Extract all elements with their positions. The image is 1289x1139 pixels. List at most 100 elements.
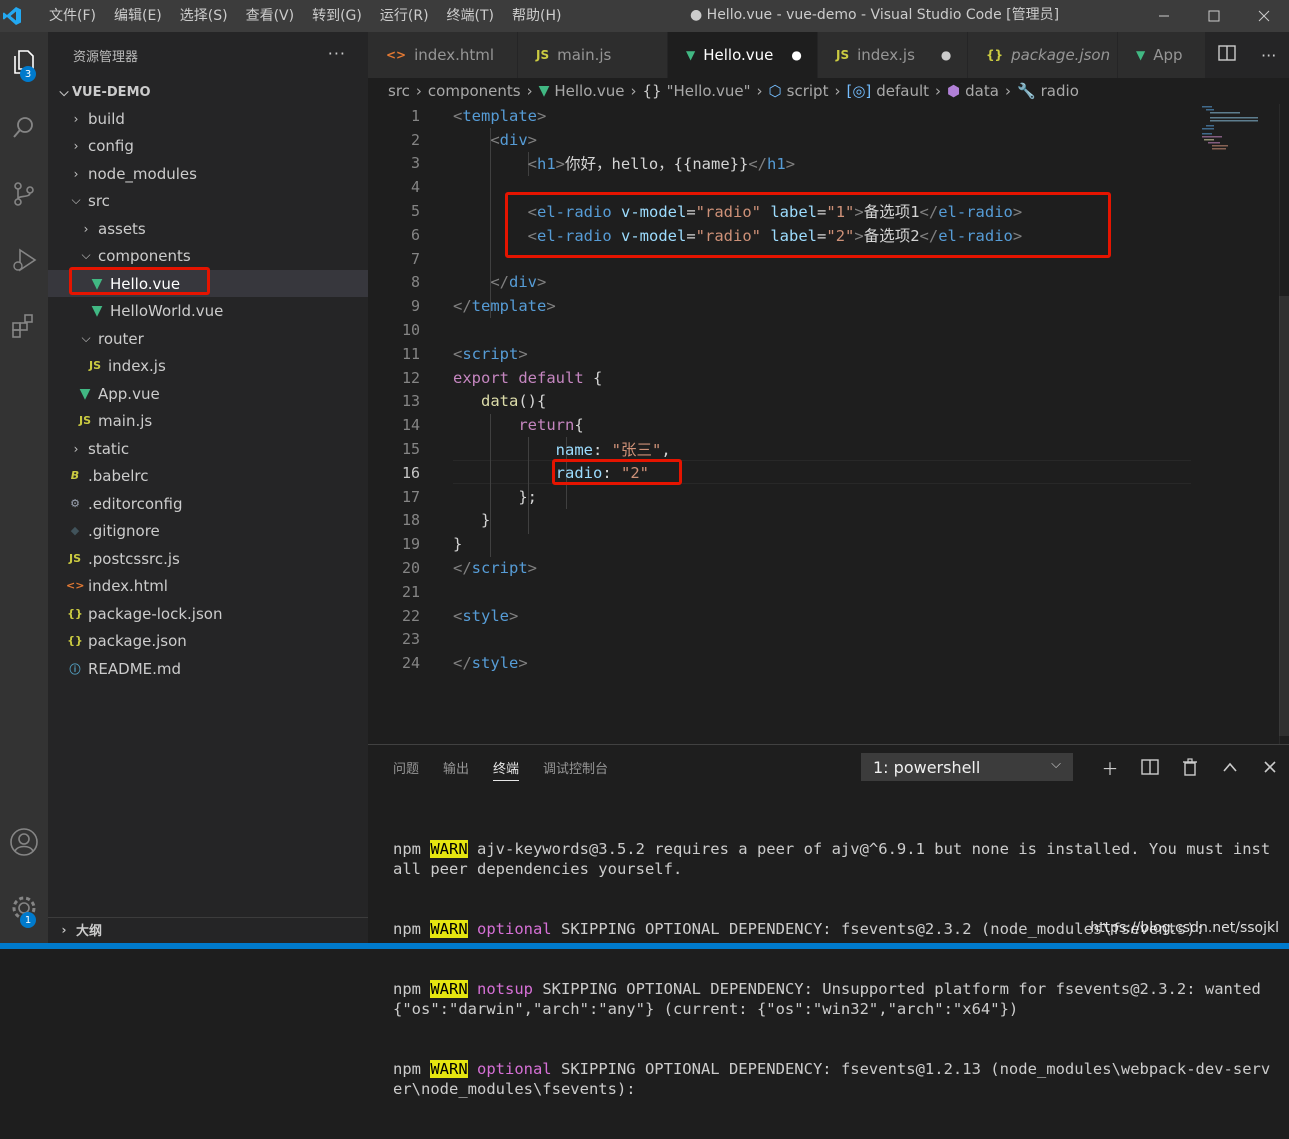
module-icon: ⬡: [768, 82, 782, 100]
extensions-icon[interactable]: [0, 302, 48, 350]
menu-bar: 文件(F) 编辑(E) 选择(S) 查看(V) 转到(G) 运行(R) 终端(T…: [40, 0, 570, 32]
tree-file-helloworld-vue[interactable]: ▼ HelloWorld.vue: [48, 297, 368, 324]
run-debug-icon[interactable]: [0, 236, 48, 284]
tree-file-postcssrc-js[interactable]: JS .postcssrc.js: [48, 545, 368, 572]
workspace-root[interactable]: ⌵ VUE-DEMO: [48, 78, 368, 106]
vscode-logo-icon: [0, 0, 24, 32]
tab-debug-console[interactable]: 调试控制台: [543, 745, 608, 789]
breadcrumb: src › components › ▼ Hello.vue › {} "Hel…: [368, 78, 1289, 104]
html-file-icon: <>: [386, 48, 407, 62]
tree-label: assets: [98, 219, 146, 238]
tree-folder-assets[interactable]: › assets: [48, 215, 368, 242]
tree-folder-node-modules[interactable]: › node_modules: [48, 160, 368, 187]
terminal-select[interactable]: 1: powershell ⌵: [861, 753, 1073, 781]
tab-index-html[interactable]: <> index.html: [368, 32, 518, 78]
tab-label: main.js: [557, 46, 612, 64]
chevron-down-icon: ⌵: [81, 248, 91, 262]
warn-badge: WARN: [430, 980, 468, 998]
tab-output[interactable]: 输出: [443, 745, 469, 789]
editor-actions: ···: [1205, 32, 1289, 78]
new-terminal-icon[interactable]: ＋: [1090, 753, 1130, 781]
account-icon[interactable]: [0, 818, 48, 866]
minimap[interactable]: [1198, 104, 1278, 164]
breadcrumb-item[interactable]: radio: [1041, 82, 1079, 100]
tab-problems[interactable]: 问题: [393, 745, 419, 789]
breadcrumb-item[interactable]: default: [876, 82, 929, 100]
tree-folder-src[interactable]: ⌵ src: [48, 187, 368, 214]
tab-app-vue[interactable]: ▼ App: [1118, 32, 1208, 78]
code-editor[interactable]: 1 <template> 2 <div> 3 <h1>你好，hello，{{nam…: [368, 104, 1289, 744]
tree-file-babelrc[interactable]: B .babelrc: [48, 462, 368, 489]
vue-file-icon: ▼: [686, 48, 696, 62]
more-actions-icon[interactable]: ···: [328, 44, 346, 63]
terminal-output[interactable]: npm WARN ajv-keywords@3.5.2 requires a p…: [393, 799, 1273, 1139]
unsaved-dot-icon[interactable]: ●: [941, 48, 951, 62]
tab-terminal[interactable]: 终端: [493, 755, 520, 781]
code-line: 24 </style>: [401, 654, 528, 673]
tree-label: .gitignore: [88, 521, 160, 540]
tree-file-app-vue[interactable]: ▼ App.vue: [48, 380, 368, 407]
breadcrumb-item[interactable]: components: [428, 82, 521, 100]
breadcrumb-item[interactable]: Hello.vue: [554, 82, 624, 100]
tree-folder-static[interactable]: › static: [48, 435, 368, 462]
maximize-button[interactable]: [1189, 0, 1239, 32]
tree-file-package-json[interactable]: {} package.json: [48, 627, 368, 654]
tree-file-package-lock-json[interactable]: {} package-lock.json: [48, 600, 368, 627]
tab-package-json[interactable]: {} package.json: [968, 32, 1118, 78]
split-terminal-icon[interactable]: [1130, 753, 1170, 781]
tree-label: .editorconfig: [88, 494, 183, 513]
breadcrumb-item[interactable]: script: [787, 82, 829, 100]
tree-file-index-html[interactable]: <> index.html: [48, 572, 368, 599]
maximize-panel-icon[interactable]: [1210, 753, 1250, 781]
menu-go[interactable]: 转到(G): [303, 0, 371, 32]
watermark: https://blog.csdn.net/ssojkl: [1090, 920, 1279, 936]
search-icon[interactable]: [0, 104, 48, 152]
chevron-right-icon: ›: [756, 82, 763, 100]
close-window-button[interactable]: [1239, 0, 1289, 32]
bottom-panel: 问题 输出 终端 调试控制台 1: powershell ⌵ ＋ npm WAR…: [368, 744, 1289, 1098]
tree-file-main-js[interactable]: JS main.js: [48, 407, 368, 434]
menu-terminal[interactable]: 终端(T): [438, 0, 503, 32]
explorer-icon[interactable]: 3: [0, 38, 48, 86]
tree-folder-components[interactable]: ⌵ components: [48, 242, 368, 269]
menu-run[interactable]: 运行(R): [371, 0, 438, 32]
settings-gear-icon[interactable]: 1: [0, 884, 48, 932]
code-line: 22 <style>: [401, 606, 519, 625]
code-line: 12 export default {: [401, 368, 603, 387]
menu-file[interactable]: 文件(F): [40, 0, 105, 32]
breadcrumb-item[interactable]: data: [965, 82, 999, 100]
tree-folder-config[interactable]: › config: [48, 132, 368, 159]
tree-folder-build[interactable]: › build: [48, 105, 368, 132]
breadcrumb-item[interactable]: "Hello.vue": [667, 82, 751, 100]
outline-section[interactable]: › 大纲: [48, 917, 368, 941]
highlight-box: [552, 459, 682, 485]
minimize-button[interactable]: [1139, 0, 1189, 32]
menu-help[interactable]: 帮助(H): [503, 0, 570, 32]
unsaved-dot-icon[interactable]: ●: [791, 48, 801, 62]
tree-file-editorconfig[interactable]: ⚙ .editorconfig: [48, 490, 368, 517]
menu-view[interactable]: 查看(V): [237, 0, 304, 32]
split-editor-icon[interactable]: [1217, 45, 1236, 65]
chevron-right-icon: ›: [73, 111, 79, 126]
tab-main-js[interactable]: JS main.js: [518, 32, 668, 78]
tree-file-gitignore[interactable]: ◆ .gitignore: [48, 517, 368, 544]
more-actions-icon[interactable]: ···: [1261, 46, 1276, 65]
breadcrumb-item[interactable]: src: [388, 82, 410, 100]
tree-file-index-js[interactable]: JS index.js: [48, 352, 368, 379]
tree-file-readme-md[interactable]: ⓘ README.md: [48, 655, 368, 682]
js-file-icon: JS: [88, 359, 101, 372]
menu-edit[interactable]: 编辑(E): [105, 0, 171, 32]
tree-label: config: [88, 136, 134, 155]
close-panel-icon[interactable]: [1250, 753, 1289, 781]
source-control-icon[interactable]: [0, 170, 48, 218]
babel-file-icon: B: [70, 469, 80, 482]
menu-selection[interactable]: 选择(S): [171, 0, 237, 32]
chevron-right-icon: ›: [834, 82, 841, 100]
scrollbar-thumb[interactable]: [1279, 296, 1289, 736]
chevron-right-icon: ›: [1004, 82, 1011, 100]
tab-index-js[interactable]: JS index.js ●: [818, 32, 968, 78]
trash-icon[interactable]: [1170, 753, 1210, 781]
tab-hello-vue[interactable]: ▼ Hello.vue ●: [668, 32, 818, 78]
terminal-line: npm WARN ajv-keywords@3.5.2 requires a p…: [393, 839, 1273, 879]
tree-folder-router[interactable]: ⌵ router: [48, 325, 368, 352]
